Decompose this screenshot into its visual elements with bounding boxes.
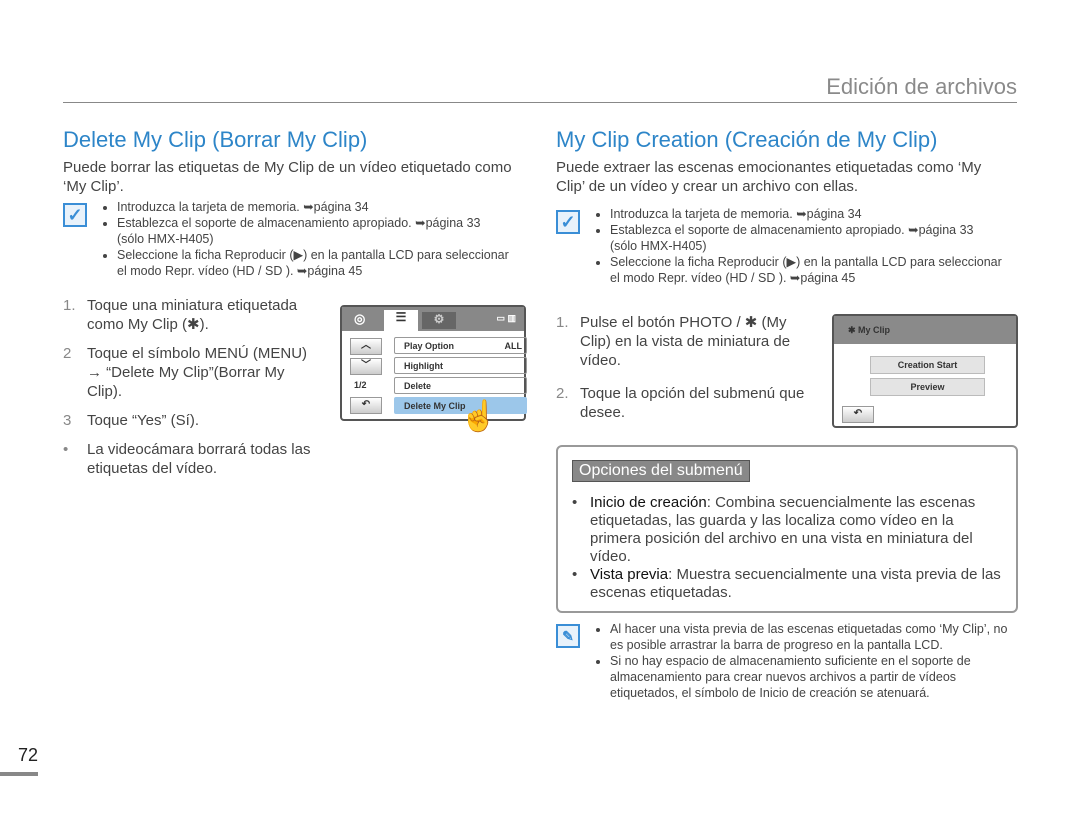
page-indicator: 1/2	[354, 380, 367, 390]
tab-settings[interactable]: ⚙	[422, 312, 456, 329]
preview-button[interactable]: Preview	[870, 378, 985, 396]
item-term: Inicio de creación	[590, 494, 707, 511]
left-notes: Introduzca la tarjeta de memoria. ➥págin…	[99, 199, 509, 279]
step-3: 3 Toque “Yes” (Sí).	[63, 411, 323, 430]
back-button[interactable]: ↶	[842, 406, 874, 423]
step-text: Toque la opción del submenú que desee.	[580, 385, 805, 421]
step-text: Toque una miniatura etiquetada como My C…	[87, 297, 298, 333]
scroll-up-button[interactable]: ︿	[350, 338, 382, 355]
step-2: 2 Toque el símbolo MENÚ (MENU) → “Delete …	[63, 344, 323, 401]
lcd-menu-screen: ◎ ☰ ⚙ ▭ ▥ ︿ ﹀ 1/2 ↶ Play Option ALL Highl…	[340, 305, 527, 433]
lcd-tabbar: ◎ ☰ ⚙ ▭ ▥	[342, 307, 524, 331]
tips: Al hacer una vista previa de las escenas…	[592, 621, 1012, 701]
lcd-title: My Clip	[858, 325, 891, 335]
step-number: 2	[63, 345, 72, 362]
submenu-title: Opciones del submenú	[572, 460, 750, 482]
left-intro: Puede borrar las etiquetas de My Clip de…	[63, 159, 512, 195]
pencil-note-icon: ✎	[556, 624, 580, 648]
section-header: Edición de archivos	[826, 74, 1017, 99]
tip-item: Si no hay espacio de almacenamiento sufi…	[610, 653, 1012, 701]
right-intro: Puede extraer las escenas emocionantes e…	[556, 159, 982, 195]
step-number: 1.	[63, 297, 76, 314]
right-title: My Clip Creation (Creación de My Clip)	[556, 127, 938, 152]
menu-item-delete[interactable]: Delete	[394, 377, 527, 394]
my-clip-icon: ✱	[848, 325, 859, 335]
bullet-text: La videocámara borrará todas las etiquet…	[87, 441, 311, 477]
submenu-item: • Vista previa: Muestra secuencialmente u…	[572, 566, 1001, 601]
note-item: Seleccione la ficha Reproducir (▶) en la…	[117, 247, 509, 279]
tip-item: Al hacer una vista previa de las escenas…	[610, 621, 1012, 653]
menu-item-play-option[interactable]: Play Option ALL	[394, 337, 527, 354]
battery-icon: ▭ ▥	[496, 313, 516, 323]
menu-item-highlight[interactable]: Highlight	[394, 357, 527, 374]
creation-start-button[interactable]: Creation Start	[870, 356, 985, 374]
step-number: 2.	[556, 385, 569, 402]
right-steps: 1. Pulse el botón PHOTO / ✱ (My Clip) en …	[556, 313, 806, 432]
step-text: Toque el símbolo MENÚ (MENU) → “Delete M…	[87, 345, 308, 400]
manual-page: Edición de archivos Delete My Clip (Borr…	[0, 0, 1080, 827]
step-text: Toque “Yes” (Sí).	[87, 412, 199, 429]
header-divider	[63, 102, 1017, 103]
step-2: 2. Toque la opción del submenú que desee.	[556, 384, 806, 422]
left-steps: 1. Toque una miniatura etiquetada como My…	[63, 296, 323, 488]
check-icon: ✓	[556, 210, 580, 234]
item-value: ALL	[504, 341, 523, 351]
step-number: 1.	[556, 314, 569, 331]
step-text: Pulse el botón PHOTO / ✱ (My Clip) en la…	[580, 314, 791, 369]
check-icon: ✓	[63, 203, 87, 227]
tab-menu[interactable]: ☰	[384, 310, 418, 331]
item-label: Play Option	[404, 341, 455, 351]
note-item: Introduzca la tarjeta de memoria. ➥págin…	[610, 206, 1002, 222]
submenu-list: • Inicio de creación: Combina secuencialm…	[572, 494, 1002, 602]
lcd-myclip-screen: ✱ My Clip Creation Start Preview ↶	[832, 314, 1018, 428]
step-1: 1. Toque una miniatura etiquetada como My…	[63, 296, 323, 334]
scroll-down-button[interactable]: ﹀	[350, 358, 382, 375]
submenu-item: • Inicio de creación: Combina secuencialm…	[572, 494, 976, 565]
left-title: Delete My Clip (Borrar My Clip)	[63, 127, 368, 152]
item-term: Vista previa	[590, 566, 669, 583]
step-1: 1. Pulse el botón PHOTO / ✱ (My Clip) en …	[556, 313, 806, 370]
right-notes: Introduzca la tarjeta de memoria. ➥págin…	[592, 206, 1002, 286]
lcd-title-bar: ✱ My Clip	[834, 316, 1016, 344]
bullet: •	[63, 441, 69, 458]
page-bar	[0, 772, 38, 776]
note-item: Establezca el soporte de almacenamiento …	[610, 222, 1002, 254]
note-item: Establezca el soporte de almacenamiento …	[117, 215, 509, 247]
result-bullet: • La videocámara borrará todas las etique…	[63, 440, 323, 478]
step-number: 3	[63, 412, 72, 429]
hand-pointer-icon: ☝	[460, 400, 498, 433]
note-item: Seleccione la ficha Reproducir (▶) en la…	[610, 254, 1002, 286]
back-button[interactable]: ↶	[350, 397, 382, 414]
page-number: 72	[18, 745, 39, 765]
playback-icon: ◎	[354, 311, 366, 326]
note-item: Introduzca la tarjeta de memoria. ➥págin…	[117, 199, 509, 215]
